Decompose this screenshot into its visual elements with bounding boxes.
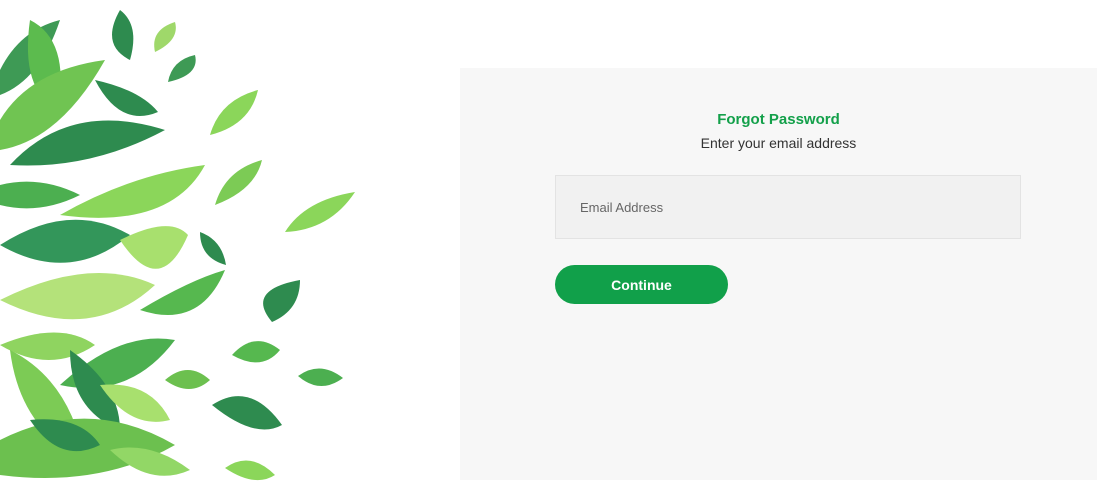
leaf-icon — [225, 460, 275, 481]
leaves-illustration — [0, 10, 355, 481]
leaf-icon — [232, 341, 280, 363]
leaf-icon — [0, 181, 80, 209]
continue-button[interactable]: Continue — [555, 265, 728, 304]
forgot-password-card: Forgot Password Enter your email address… — [460, 68, 1097, 480]
page-subtitle: Enter your email address — [700, 135, 857, 151]
leaf-icon — [0, 273, 155, 320]
leaf-icon — [298, 368, 343, 387]
page-title: Forgot Password — [717, 111, 840, 128]
leaf-icon — [60, 165, 205, 218]
leaf-icon — [285, 192, 355, 232]
email-field[interactable] — [555, 175, 1021, 239]
leaf-icon — [210, 90, 258, 135]
leaf-icon — [263, 280, 300, 322]
leaf-icon — [112, 10, 134, 60]
leaf-icon — [168, 55, 196, 82]
leaf-icon — [212, 396, 282, 430]
leaf-icon — [154, 22, 176, 52]
leaf-icon — [120, 226, 188, 269]
leaf-icon — [140, 270, 225, 315]
leaf-icon — [200, 232, 226, 265]
leaf-icon — [95, 80, 158, 116]
leaf-icon — [165, 370, 210, 389]
leaf-icon — [0, 219, 130, 263]
leaf-icon — [215, 160, 262, 205]
